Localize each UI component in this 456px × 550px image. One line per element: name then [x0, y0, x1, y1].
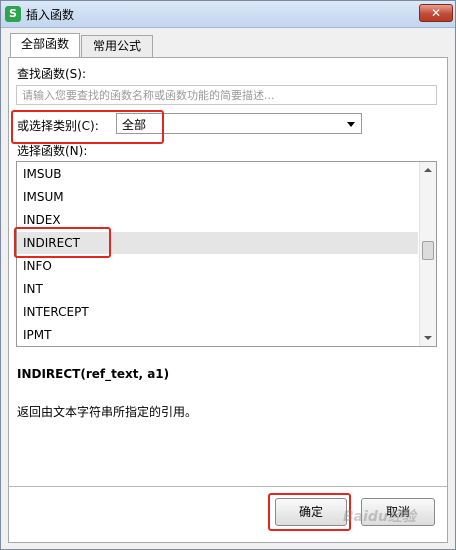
function-list-label: 选择函数(N):: [17, 144, 88, 158]
dialog-title: 插入函数: [26, 8, 75, 22]
list-item[interactable]: IPMT: [17, 324, 418, 346]
search-label: 查找函数(S):: [17, 67, 87, 81]
ok-button[interactable]: 确定: [275, 498, 347, 526]
search-input[interactable]: [16, 85, 437, 105]
close-button[interactable]: ✕: [419, 4, 453, 22]
category-label: 或选择类别(C):: [17, 119, 99, 133]
scroll-down-icon[interactable]: [424, 336, 432, 340]
list-item[interactable]: INT: [17, 278, 418, 300]
scroll-up-icon[interactable]: [424, 168, 432, 172]
tab-common-formulas[interactable]: 常用公式: [81, 35, 153, 57]
tab-all-functions[interactable]: 全部函数: [10, 33, 80, 57]
insert-function-dialog: S 插入函数 ✕ 全部函数 常用公式 查找函数(S): 或选择类别(C): 全部…: [0, 0, 456, 550]
category-select[interactable]: 全部: [116, 113, 362, 134]
list-item[interactable]: INFO: [17, 255, 418, 277]
category-select-value: 全部: [122, 118, 147, 132]
scroll-thumb[interactable]: [422, 241, 434, 260]
cancel-button[interactable]: 取消: [361, 498, 435, 526]
list-item[interactable]: IMSUB: [17, 163, 418, 185]
chevron-down-icon[interactable]: [347, 122, 355, 127]
list-item[interactable]: IMSUM: [17, 186, 418, 208]
list-scrollbar[interactable]: [419, 162, 436, 346]
list-item-selected[interactable]: INDIRECT: [17, 232, 418, 254]
title-bar: S 插入函数 ✕: [1, 1, 455, 28]
app-logo-icon: S: [5, 6, 21, 22]
list-item[interactable]: INDEX: [17, 209, 418, 231]
list-item[interactable]: INTERCEPT: [17, 301, 418, 323]
footer-divider: [9, 486, 447, 487]
function-signature: INDIRECT(ref_text, a1): [17, 367, 170, 381]
function-description: 返回由文本字符串所指定的引用。: [17, 405, 198, 419]
function-listbox[interactable]: IMSUB IMSUM INDEX INDIRECT INFO INT INTE…: [16, 161, 437, 347]
